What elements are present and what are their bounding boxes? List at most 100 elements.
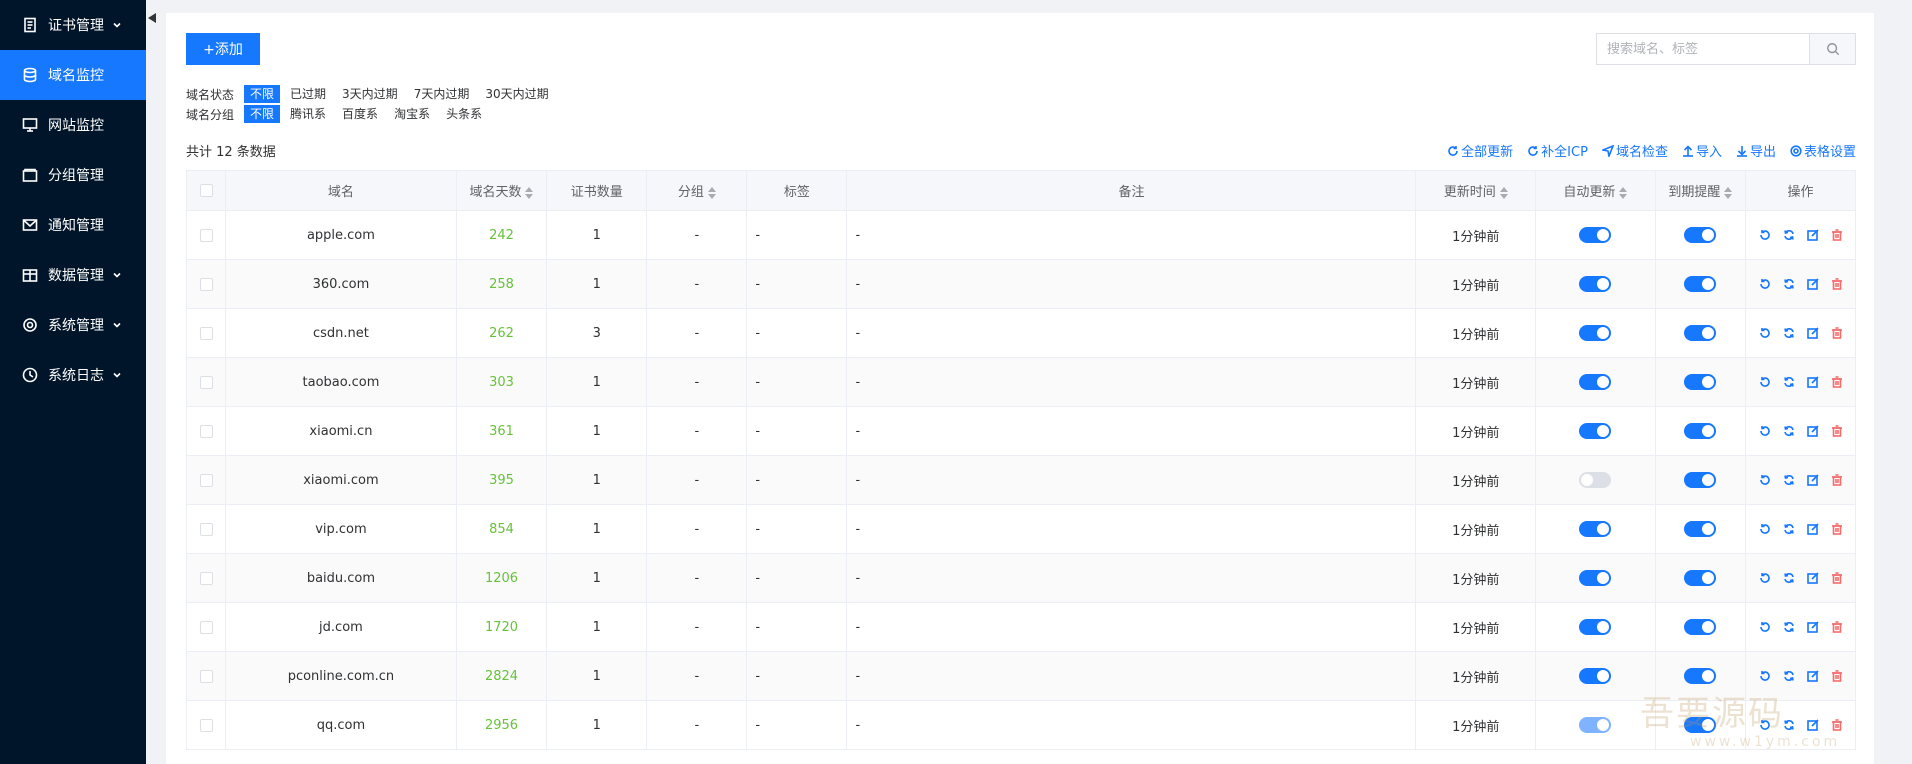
expire-alert-toggle[interactable] bbox=[1684, 227, 1717, 243]
row-checkbox[interactable] bbox=[199, 718, 213, 732]
header-expire-alert[interactable]: 到期提醒 bbox=[1654, 170, 1747, 211]
group-filter-option[interactable]: 百度系 bbox=[336, 105, 384, 123]
edit-icon[interactable] bbox=[1806, 572, 1819, 584]
refresh-icon[interactable] bbox=[1759, 572, 1771, 584]
edit-icon[interactable] bbox=[1806, 719, 1819, 731]
sync-icon[interactable] bbox=[1783, 327, 1795, 339]
row-checkbox[interactable] bbox=[199, 473, 213, 487]
sort-icon[interactable] bbox=[1619, 186, 1628, 199]
sidebar-item-1[interactable]: 域名监控 bbox=[0, 50, 146, 100]
sync-icon[interactable] bbox=[1783, 474, 1795, 486]
sidebar-item-0[interactable]: 证书管理 bbox=[0, 0, 146, 50]
group-filter-option[interactable]: 腾讯系 bbox=[284, 105, 332, 123]
refresh-icon[interactable] bbox=[1759, 474, 1771, 486]
check-domain-button[interactable]: 域名检查 bbox=[1601, 141, 1668, 160]
sync-icon[interactable] bbox=[1783, 229, 1795, 241]
edit-icon[interactable] bbox=[1806, 474, 1819, 486]
sync-icon[interactable] bbox=[1783, 670, 1795, 682]
row-checkbox[interactable] bbox=[199, 522, 213, 536]
search-button[interactable] bbox=[1809, 34, 1855, 64]
expire-alert-toggle[interactable] bbox=[1684, 472, 1717, 488]
auto-update-toggle[interactable] bbox=[1579, 423, 1612, 439]
auto-update-toggle[interactable] bbox=[1579, 570, 1612, 586]
header-updated[interactable]: 更新时间 bbox=[1415, 170, 1537, 211]
fill-icp-button[interactable]: 补全ICP bbox=[1527, 141, 1588, 160]
delete-icon[interactable] bbox=[1831, 572, 1843, 584]
select-all-checkbox[interactable] bbox=[199, 184, 213, 197]
sort-icon[interactable] bbox=[1499, 186, 1508, 199]
refresh-icon[interactable] bbox=[1759, 621, 1771, 633]
status-filter-option[interactable]: 7天内过期 bbox=[408, 85, 476, 103]
sidebar-item-3[interactable]: 分组管理 bbox=[0, 150, 146, 200]
sidebar-item-5[interactable]: 数据管理 bbox=[0, 250, 146, 300]
delete-icon[interactable] bbox=[1831, 376, 1843, 388]
delete-icon[interactable] bbox=[1831, 523, 1843, 535]
auto-update-toggle[interactable] bbox=[1579, 276, 1612, 292]
sort-icon[interactable] bbox=[1724, 186, 1733, 199]
refresh-icon[interactable] bbox=[1759, 278, 1771, 290]
group-filter-option[interactable]: 头条系 bbox=[440, 105, 488, 123]
status-filter-option[interactable]: 30天内过期 bbox=[479, 85, 554, 103]
expire-alert-toggle[interactable] bbox=[1684, 521, 1717, 537]
delete-icon[interactable] bbox=[1831, 229, 1843, 241]
expire-alert-toggle[interactable] bbox=[1684, 325, 1717, 341]
edit-icon[interactable] bbox=[1806, 278, 1819, 290]
edit-icon[interactable] bbox=[1806, 327, 1819, 339]
add-button[interactable]: +添加 bbox=[186, 33, 260, 65]
import-button[interactable]: 导入 bbox=[1682, 141, 1722, 160]
refresh-icon[interactable] bbox=[1759, 327, 1771, 339]
sort-icon[interactable] bbox=[707, 186, 716, 199]
group-filter-option[interactable]: 不限 bbox=[244, 105, 281, 123]
sidebar-item-4[interactable]: 通知管理 bbox=[0, 200, 146, 250]
expire-alert-toggle[interactable] bbox=[1684, 276, 1717, 292]
delete-icon[interactable] bbox=[1831, 621, 1843, 633]
auto-update-toggle[interactable] bbox=[1579, 619, 1612, 635]
refresh-icon[interactable] bbox=[1759, 229, 1771, 241]
sync-icon[interactable] bbox=[1783, 572, 1795, 584]
auto-update-toggle[interactable] bbox=[1579, 521, 1612, 537]
sync-icon[interactable] bbox=[1783, 621, 1795, 633]
header-group[interactable]: 分组 bbox=[646, 170, 748, 211]
refresh-icon[interactable] bbox=[1759, 670, 1771, 682]
sync-icon[interactable] bbox=[1783, 523, 1795, 535]
edit-icon[interactable] bbox=[1806, 425, 1819, 437]
auto-update-toggle[interactable] bbox=[1579, 325, 1612, 341]
sync-icon[interactable] bbox=[1783, 719, 1795, 731]
sync-icon[interactable] bbox=[1783, 278, 1795, 290]
sync-icon[interactable] bbox=[1783, 425, 1795, 437]
header-auto-update[interactable]: 自动更新 bbox=[1535, 170, 1656, 211]
edit-icon[interactable] bbox=[1806, 670, 1819, 682]
row-checkbox[interactable] bbox=[199, 620, 213, 634]
sidebar-item-7[interactable]: 系统日志 bbox=[0, 350, 146, 400]
edit-icon[interactable] bbox=[1806, 621, 1819, 633]
table-settings-button[interactable]: 表格设置 bbox=[1790, 141, 1856, 160]
sidebar-item-2[interactable]: 网站监控 bbox=[0, 100, 146, 150]
expire-alert-toggle[interactable] bbox=[1684, 570, 1717, 586]
sort-icon[interactable] bbox=[525, 186, 534, 199]
delete-icon[interactable] bbox=[1831, 670, 1843, 682]
row-checkbox[interactable] bbox=[199, 424, 213, 438]
refresh-icon[interactable] bbox=[1759, 523, 1771, 535]
delete-icon[interactable] bbox=[1831, 327, 1843, 339]
header-days[interactable]: 域名天数 bbox=[455, 170, 548, 211]
auto-update-toggle[interactable] bbox=[1579, 374, 1612, 390]
search-input[interactable] bbox=[1597, 34, 1809, 64]
refresh-icon[interactable] bbox=[1759, 425, 1771, 437]
edit-icon[interactable] bbox=[1806, 376, 1819, 388]
export-button[interactable]: 导出 bbox=[1736, 141, 1776, 160]
row-checkbox[interactable] bbox=[199, 326, 213, 340]
status-filter-option[interactable]: 不限 bbox=[244, 85, 281, 103]
delete-icon[interactable] bbox=[1831, 719, 1843, 731]
auto-update-toggle[interactable] bbox=[1579, 668, 1612, 684]
expire-alert-toggle[interactable] bbox=[1684, 668, 1717, 684]
expire-alert-toggle[interactable] bbox=[1684, 619, 1717, 635]
row-checkbox[interactable] bbox=[199, 277, 213, 291]
row-checkbox[interactable] bbox=[199, 375, 213, 389]
row-checkbox[interactable] bbox=[199, 571, 213, 585]
delete-icon[interactable] bbox=[1831, 425, 1843, 437]
delete-icon[interactable] bbox=[1831, 278, 1843, 290]
auto-update-toggle[interactable] bbox=[1579, 472, 1612, 488]
edit-icon[interactable] bbox=[1806, 229, 1819, 241]
refresh-icon[interactable] bbox=[1759, 376, 1771, 388]
sync-icon[interactable] bbox=[1783, 376, 1795, 388]
